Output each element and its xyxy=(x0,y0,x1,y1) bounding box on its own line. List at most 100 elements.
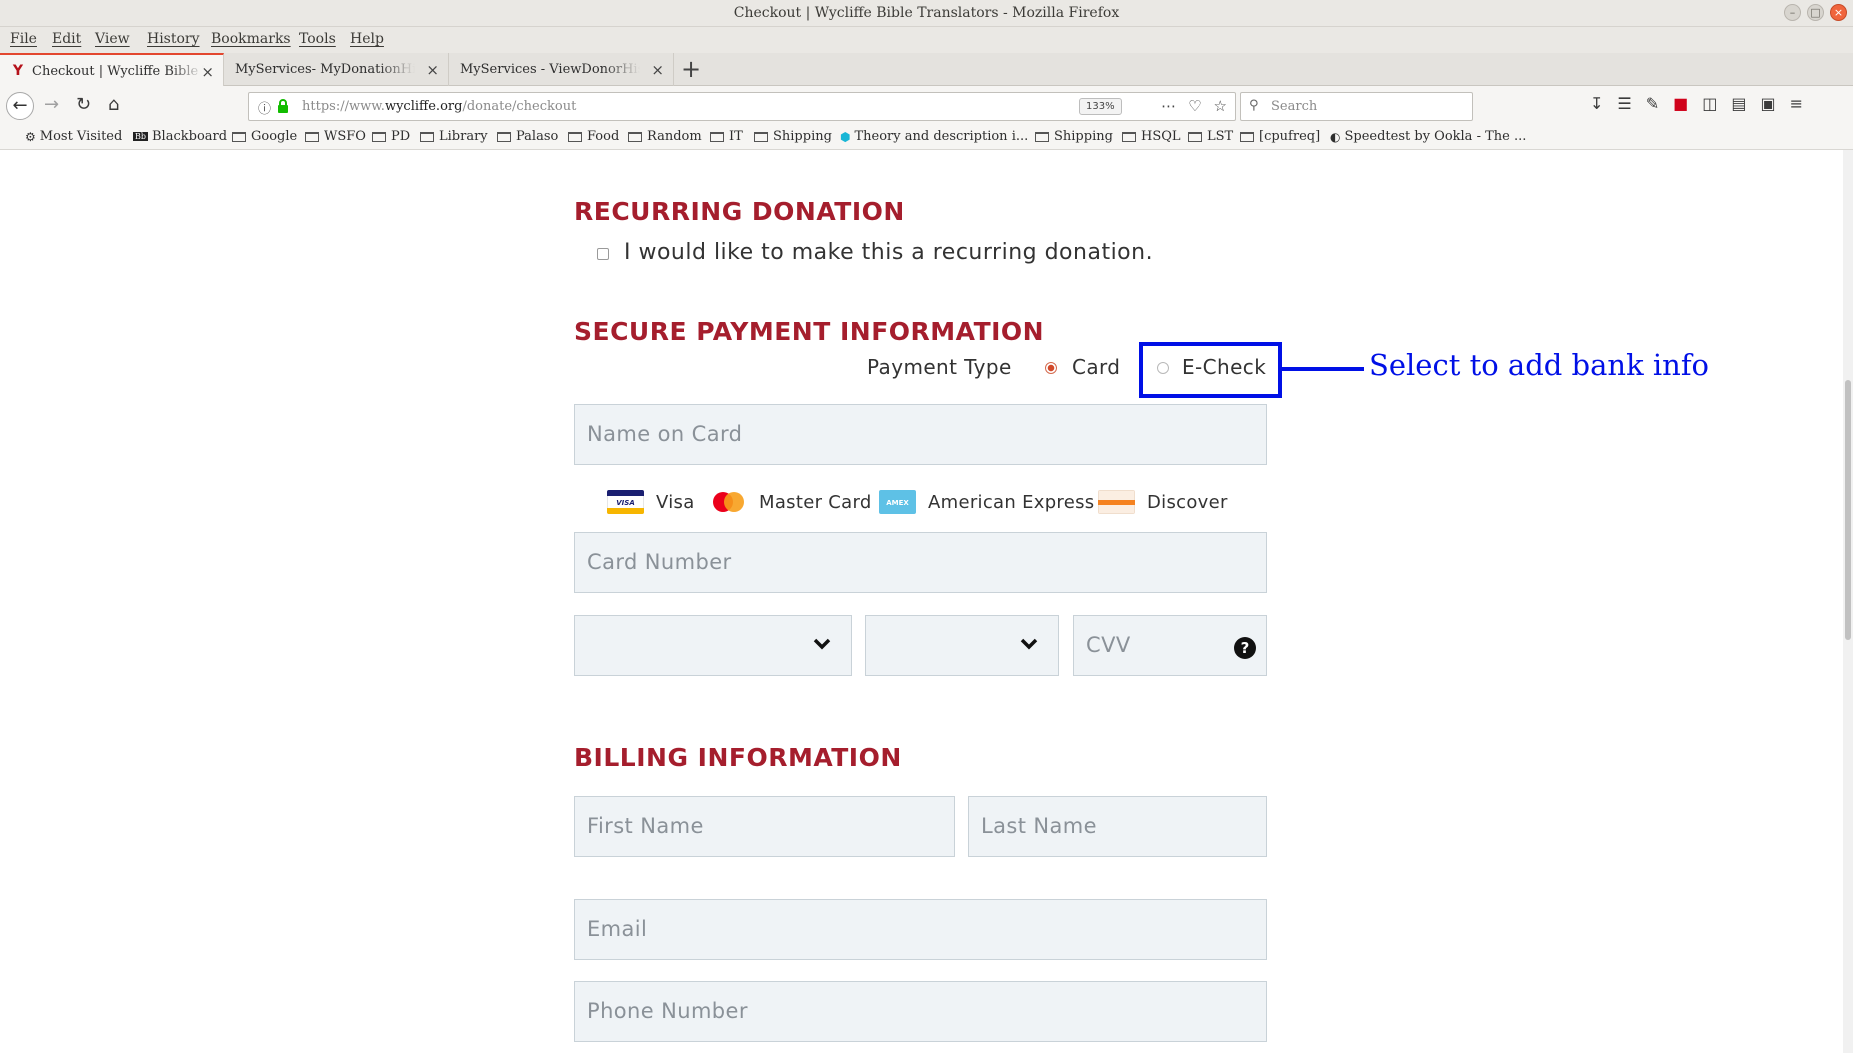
menu-view[interactable]: View xyxy=(95,31,130,47)
close-tab-icon[interactable]: × xyxy=(201,63,214,81)
name-on-card-input[interactable]: Name on Card xyxy=(574,404,1267,465)
folder-icon xyxy=(754,131,768,142)
folder-icon xyxy=(1035,131,1049,142)
close-tab-icon[interactable]: × xyxy=(426,61,439,79)
card-number-placeholder: Card Number xyxy=(587,550,732,574)
amex-label: American Express xyxy=(928,491,1095,513)
bookmark-folder[interactable]: HSQL xyxy=(1122,129,1181,144)
email-input[interactable]: Email xyxy=(574,899,1267,960)
folder-icon xyxy=(628,131,642,142)
secure-payment-heading: SECURE PAYMENT INFORMATION xyxy=(574,317,1045,346)
bookmark-folder[interactable]: WSFO xyxy=(305,129,366,144)
folder-icon xyxy=(372,131,386,142)
url-bar[interactable]: ⓘ https://www.wycliffe.org/donate/checko… xyxy=(248,92,1236,121)
hamburger-menu-icon[interactable]: ≡ xyxy=(1790,94,1803,113)
bookmark-most-visited[interactable]: ⚙ Most Visited xyxy=(25,129,122,144)
bookmark-folder[interactable]: Library xyxy=(420,129,488,144)
recurring-donation-checkbox[interactable] xyxy=(597,248,609,260)
tab-label: MyServices- MyDonationHistory xyxy=(235,62,415,77)
downloads-icon[interactable]: ↧ xyxy=(1590,94,1603,113)
navigation-toolbar: ← → ↻ ⌂ ⓘ https://www.wycliffe.org/donat… xyxy=(0,86,1853,127)
cvv-input[interactable]: CVV ? xyxy=(1073,615,1267,676)
bookmark-folder[interactable]: Random xyxy=(628,129,702,144)
window-titlebar: Checkout | Wycliffe Bible Translators - … xyxy=(0,0,1853,27)
chevron-down-icon xyxy=(813,638,831,650)
menu-edit[interactable]: Edit xyxy=(52,31,81,47)
bookmark-theory[interactable]: ⬢ Theory and description i... xyxy=(840,129,1028,144)
search-placeholder: Search xyxy=(1271,99,1318,114)
menu-bookmarks[interactable]: Bookmarks xyxy=(211,31,291,47)
search-bar[interactable]: ⚲ Search xyxy=(1240,92,1473,121)
menu-tools[interactable]: Tools xyxy=(299,31,336,47)
page-scrollbar[interactable] xyxy=(1843,150,1853,1053)
bookmark-folder[interactable]: Palaso xyxy=(497,129,558,144)
folder-icon xyxy=(232,131,246,142)
info-icon[interactable]: ⓘ xyxy=(258,98,271,117)
minimize-button[interactable]: – xyxy=(1784,4,1801,21)
tab-checkout[interactable]: Y Checkout | Wycliffe Bible Translators … xyxy=(0,53,224,87)
first-name-input[interactable]: First Name xyxy=(574,796,955,857)
tab-mydonationhistory[interactable]: MyServices- MyDonationHistory × xyxy=(225,53,449,86)
home-button[interactable]: ⌂ xyxy=(108,94,119,115)
bookmark-folder[interactable]: LST xyxy=(1188,129,1233,144)
cvv-placeholder: CVV xyxy=(1086,633,1131,657)
annotation-pointer-line xyxy=(1282,367,1364,371)
reload-button[interactable]: ↻ xyxy=(76,94,91,115)
bookmark-folder[interactable]: PD xyxy=(372,129,410,144)
last-name-placeholder: Last Name xyxy=(981,814,1097,838)
extension-icon[interactable]: ✎ xyxy=(1646,94,1659,113)
menu-file[interactable]: File xyxy=(10,31,37,47)
zoom-indicator[interactable]: 133% xyxy=(1079,98,1122,115)
bookmark-folder[interactable]: Shipping xyxy=(754,129,832,144)
tab-label: MyServices - ViewDonorHistory xyxy=(460,62,640,77)
wycliffe-logo-icon: Y xyxy=(12,63,24,79)
mastercard-logo-icon xyxy=(713,492,744,512)
mastercard-label: Master Card xyxy=(759,491,872,513)
bookmark-folder[interactable]: Google xyxy=(232,129,297,144)
bookmark-folder[interactable]: Shipping xyxy=(1035,129,1113,144)
bookmark-speedtest[interactable]: ◐ Speedtest by Ookla - The ... xyxy=(1330,129,1526,144)
bookmark-folder[interactable]: Food xyxy=(568,129,619,144)
url-text: https://www.wycliffe.org/donate/checkout xyxy=(302,99,577,114)
new-tab-button[interactable]: + xyxy=(681,55,701,83)
scrollbar-thumb[interactable] xyxy=(1845,380,1851,640)
close-tab-icon[interactable]: × xyxy=(651,61,664,79)
cube-icon: ⬢ xyxy=(840,129,851,144)
last-name-input[interactable]: Last Name xyxy=(968,796,1267,857)
bookmark-folder[interactable]: IT xyxy=(710,129,743,144)
expiry-year-select[interactable] xyxy=(865,615,1059,676)
payment-card-radio[interactable] xyxy=(1045,362,1057,374)
chevron-down-icon xyxy=(1020,638,1038,650)
screenshot-icon[interactable]: ▣ xyxy=(1761,94,1776,113)
folder-icon xyxy=(568,131,582,142)
pocket-icon[interactable]: ♡ xyxy=(1188,97,1201,115)
payment-card-label: Card xyxy=(1072,355,1121,379)
menu-help[interactable]: Help xyxy=(350,31,384,47)
discover-logo-icon xyxy=(1098,490,1135,514)
folder-icon xyxy=(305,131,319,142)
bookmark-blackboard[interactable]: Bb Blackboard xyxy=(133,129,227,144)
bookmark-star-icon[interactable]: ☆ xyxy=(1214,97,1227,115)
help-question-icon[interactable]: ? xyxy=(1234,637,1256,659)
library-icon[interactable]: ☰ xyxy=(1617,94,1631,113)
visa-logo-icon: VISA xyxy=(607,490,644,514)
page-actions-icon[interactable]: ⋯ xyxy=(1161,97,1176,115)
phone-number-input[interactable]: Phone Number xyxy=(574,981,1267,1042)
card-brand-mastercard: Master Card xyxy=(710,490,872,514)
forward-button[interactable]: → xyxy=(44,94,59,115)
menu-history[interactable]: History xyxy=(147,31,200,47)
bookmark-folder[interactable]: [cpufreq] xyxy=(1240,129,1320,144)
first-name-placeholder: First Name xyxy=(587,814,704,838)
close-window-button[interactable]: × xyxy=(1830,4,1847,21)
tab-viewdonorhistory[interactable]: MyServices - ViewDonorHistory × xyxy=(450,53,674,86)
addon-red-icon[interactable]: ■ xyxy=(1673,94,1688,113)
card-number-input[interactable]: Card Number xyxy=(574,532,1267,593)
reader-icon[interactable]: ▤ xyxy=(1731,94,1746,113)
maximize-button[interactable]: □ xyxy=(1807,4,1824,21)
gear-icon: ⚙ xyxy=(25,129,36,144)
lock-icon xyxy=(278,99,288,113)
folder-icon xyxy=(710,131,724,142)
expiry-month-select[interactable] xyxy=(574,615,852,676)
back-button[interactable]: ← xyxy=(6,92,34,120)
sidebar-icon[interactable]: ◫ xyxy=(1702,94,1717,113)
